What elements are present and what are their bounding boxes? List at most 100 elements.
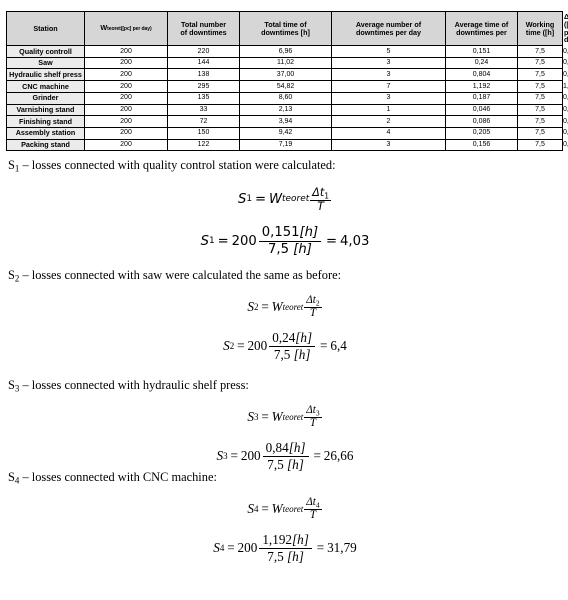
average-time-value: 0,187 <box>445 91 518 105</box>
station-name: Finishing stand <box>6 115 85 128</box>
average-number-value: 7 <box>331 80 446 93</box>
symbolic-formula-1: S 1 = Wteoret Δt1 T <box>238 186 332 213</box>
evaluation-lhs-3: S <box>216 448 224 464</box>
evaluation-lhs-2: S <box>223 338 230 354</box>
working-time-value: 7,5 <box>517 126 563 140</box>
evaluation-lhs-1: S <box>200 233 209 249</box>
evaluation-equals-2-4: = <box>316 540 325 556</box>
station-name: Varnishing stand <box>6 103 85 117</box>
formula-lhs-3: S <box>247 408 254 424</box>
evaluation-denominator-2: 7,5 [h] <box>271 347 314 362</box>
symbolic-formula-4: S 4 = Wteoret Δt4 T <box>247 495 322 522</box>
average-number-value: 3 <box>331 138 446 152</box>
average-number-value: 3 <box>331 91 446 105</box>
formula-delta-t-3: Δt <box>306 403 316 416</box>
evaluation-fraction-2: 0,24[h] 7,5 [h] <box>269 330 316 362</box>
wteoret-value: 200 <box>84 126 168 140</box>
average-number-value: 2 <box>331 115 446 128</box>
evaluation-row-3: S 3 = 200 0,84[h] 7,5 [h] = 26,66 <box>8 441 562 471</box>
column-header-total-number: Total number of downtimes <box>167 10 240 47</box>
formula-lhs-4: S <box>247 500 254 516</box>
average-number-value: 5 <box>331 45 446 58</box>
evaluation-result-2: 6,4 <box>330 338 347 354</box>
formula-wteoret-subscript-2: teoret <box>282 301 304 312</box>
evaluation-equals-3: = <box>230 448 238 464</box>
section-symbol-1: S <box>8 158 15 172</box>
total-number-value: 144 <box>167 56 240 70</box>
evaluation-numerator-value-1: 0,151 <box>261 225 300 241</box>
total-number-value: 138 <box>167 68 240 82</box>
evaluation-denominator-value-2: 7,5 <box>273 346 291 362</box>
station-name: Saw <box>6 56 85 70</box>
column-header-station: Station <box>6 10 85 47</box>
formula-fraction-denominator-2: T <box>309 306 317 319</box>
evaluation-coefficient-2: 200 <box>247 338 268 354</box>
numeric-evaluation-4: S 4 = 200 1,192[h] 7,5 [h] = 31,79 <box>213 533 357 563</box>
section-lead-text-3: S3 – losses connected with hydraulic she… <box>8 378 562 395</box>
evaluation-equals-4: = <box>227 540 235 556</box>
evaluation-equals-2-1: = <box>326 233 338 249</box>
numeric-evaluation-2: S 2 = 200 0,24[h] 7,5 [h] = 6,4 <box>223 331 347 361</box>
wteoret-value: 200 <box>84 103 168 117</box>
average-number-value: 3 <box>331 56 446 70</box>
evaluation-result-1: 4,03 <box>340 233 370 249</box>
symbolic-formula-2: S 2 = Wteoret Δt2 T <box>247 294 322 320</box>
average-time-value: 0,24 <box>445 56 518 70</box>
section-description-4: – losses connected with CNC machine: <box>19 470 217 484</box>
section-lead-text-2: S2 – losses connected with saw were calc… <box>8 268 562 285</box>
downtime-statistics-table: Station Wteoret([pc] per day) Total numb… <box>6 10 568 152</box>
formula-fraction-numerator-3: Δt3 <box>304 403 322 418</box>
formula-delta-t-subscript-1: 1 <box>324 190 329 200</box>
formula-fraction-denominator-4: T <box>309 508 317 521</box>
evaluation-row-1: S 1 = 200 0,151[h] 7,5 [h] = 4,03 <box>8 226 562 256</box>
table-row: Assembly station2001509,4240,2057,50,205 <box>6 126 568 140</box>
total-time-value: 6,96 <box>239 45 332 58</box>
evaluation-numerator-value-3: 0,84 <box>265 440 289 456</box>
column-header-working-time-line2: time ([h] <box>525 27 555 37</box>
evaluation-coefficient-1: 200 <box>231 233 257 249</box>
evaluation-numerator-4: 1,192[h] <box>259 533 312 549</box>
total-number-value: 135 <box>167 91 240 105</box>
formula-fraction-2: Δt2 T <box>304 294 322 320</box>
station-name: Assembly station <box>6 126 85 140</box>
evaluation-result-4: 31,79 <box>327 540 357 556</box>
evaluation-numerator-value-2: 0,24 <box>272 330 296 346</box>
station-name: CNC machine <box>6 80 85 93</box>
table-row: Quality controll2002206,9650,1517,50,151 <box>6 45 568 58</box>
calculation-section-2: S 2 – losses connected with saw were calc… <box>8 268 562 362</box>
column-header-average-time: Average time of downtimes per <box>445 10 518 47</box>
column-header-wteoret-unit: ([pc] per day) <box>120 26 152 33</box>
working-time-value: 7,5 <box>517 45 563 58</box>
evaluation-numerator-2: 0,24[h] <box>269 330 316 347</box>
formula-fraction-4: Δt4 T <box>304 495 322 522</box>
formula-wteoret-subscript-4: teoret <box>282 503 304 514</box>
evaluation-fraction-3: 0,84[h] 7,5 [h] <box>262 440 309 471</box>
total-time-value: 37,00 <box>239 68 332 82</box>
column-header-wteoret-subscript: teoret <box>107 26 121 33</box>
average-time-value: 0,151 <box>445 45 518 58</box>
station-name: Quality controll <box>6 45 85 58</box>
total-time-value: 3,94 <box>239 115 332 128</box>
formula-equals-3: = <box>261 408 269 424</box>
total-number-value: 220 <box>167 45 240 58</box>
table-header-row: Station Wteoret([pc] per day) Total numb… <box>6 10 568 47</box>
evaluation-row-4: S 4 = 200 1,192[h] 7,5 [h] = 31,79 <box>8 533 562 563</box>
evaluation-denominator-value-1: 7,5 <box>268 241 289 257</box>
formula-row-4: S 4 = Wteoret Δt4 T <box>8 495 562 522</box>
column-header-station-label: Station <box>33 23 58 33</box>
column-header-average-number: Average number of downtimes per day <box>331 10 446 47</box>
total-number-value: 122 <box>167 138 240 152</box>
formula-delta-t-4: Δt <box>306 495 316 508</box>
formula-fraction-1: Δt1 T <box>310 186 331 213</box>
formula-wteoret-1: W <box>268 191 282 207</box>
total-time-value: 7,19 <box>239 138 332 152</box>
column-header-total-time-line2: downtimes [h] <box>261 27 310 37</box>
evaluation-row-2: S 2 = 200 0,24[h] 7,5 [h] = 6,4 <box>8 331 562 361</box>
formula-wteoret-3: W <box>271 408 283 424</box>
section-lead-text-1: S1 – losses connected with quality contr… <box>8 158 562 175</box>
evaluation-equals-2-2: = <box>320 338 328 354</box>
average-number-value: 1 <box>331 103 446 117</box>
table-body: Quality controll2002206,9650,1517,50,151… <box>6 45 568 152</box>
formula-lhs-2: S <box>247 298 254 314</box>
evaluation-numerator-unit-3: [h] <box>288 440 306 456</box>
